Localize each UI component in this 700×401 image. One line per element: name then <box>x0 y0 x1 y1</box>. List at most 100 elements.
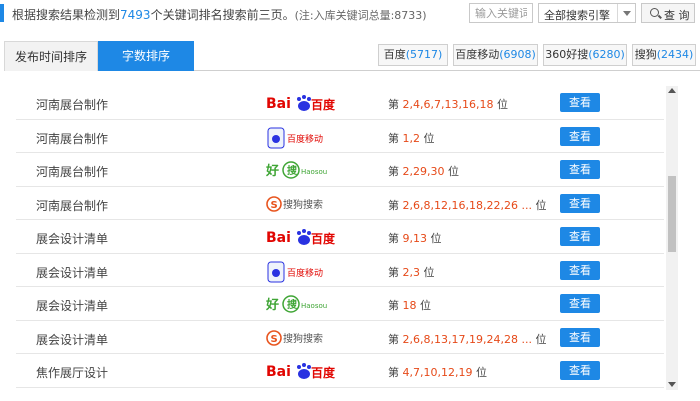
svg-text:好: 好 <box>266 297 279 313</box>
rank-values: 2,6,8,13,17,19,24,28 ... <box>402 332 532 346</box>
engine-filter-label: 360好搜 <box>545 48 589 61</box>
keyword-cell: 河南展台制作 <box>36 131 109 146</box>
table-row: 河南展台制作 好搜 Haosou 第 2,29,30 位 查看 <box>16 153 664 187</box>
engine-filter-sogou[interactable]: 搜狗(2434) <box>632 44 696 66</box>
rank-suffix: 位 <box>496 98 508 111</box>
view-button[interactable]: 查看 <box>560 193 600 213</box>
keyword-cell: 焦作展厅设计 <box>36 366 109 380</box>
view-button[interactable]: 查看 <box>560 126 600 146</box>
svg-text:搜狗搜索: 搜狗搜索 <box>283 332 323 345</box>
engine-filter-label: 搜狗 <box>634 48 657 61</box>
table-row: 展会设计清单 好搜 Haosou 第 18 位 查看 <box>16 287 664 321</box>
view-button[interactable]: 查看 <box>560 361 600 380</box>
engine-filter-label: 百度 <box>383 48 406 61</box>
rank-values: 2,29,30 <box>402 165 445 178</box>
haosou-logo-icon: 好搜 Haosou <box>265 294 336 314</box>
view-button[interactable]: 查看 <box>560 327 600 347</box>
tab-word-count-sort[interactable]: 字数排序 <box>98 41 194 71</box>
table-row: 焦作展厅设计 Bai 百度 第 4,7,10,12,19 位 查看 <box>16 354 664 388</box>
accent-bar <box>0 4 4 22</box>
svg-text:搜: 搜 <box>287 298 298 311</box>
table-row: 展会设计清单 Bai 百度 第 9,13 位 查看 <box>16 220 664 254</box>
svg-text:Haosou: Haosou <box>301 302 327 310</box>
engine-filter-label: 百度移动 <box>455 48 500 61</box>
tab-publish-time-sort[interactable]: 发布时间排序 <box>4 41 98 71</box>
rank-prefix: 第 <box>388 299 399 312</box>
baidu-logo-icon: Bai 百度 <box>266 227 336 247</box>
rank-values: 2,6,8,12,16,18,22,26 ... <box>402 198 532 212</box>
rank-positions: 第 1,2 位 <box>388 130 435 146</box>
view-button[interactable]: 查看 <box>560 294 600 313</box>
svg-text:Haosou: Haosou <box>301 168 327 176</box>
rank-suffix: 位 <box>535 332 547 346</box>
scroll-down-arrow-icon[interactable] <box>668 382 676 387</box>
engine-filter-baidu-mobile[interactable]: 百度移动(6908) <box>453 44 538 66</box>
rank-positions: 第 4,7,10,12,19 位 <box>388 364 487 380</box>
sogou-logo-icon: S 搜狗搜索 <box>266 328 336 348</box>
summary-text: 根据搜索结果检测到7493个关键词排名搜索前三页。(注:入库关键词总量:8733… <box>12 6 427 23</box>
summary-header: 根据搜索结果检测到7493个关键词排名搜索前三页。(注:入库关键词总量:8733… <box>0 0 700 28</box>
engine-filter-count: (6280) <box>588 48 625 61</box>
rank-suffix: 位 <box>423 265 435 279</box>
chevron-down-icon[interactable] <box>617 4 635 22</box>
view-button[interactable]: 查看 <box>560 260 600 280</box>
rank-prefix: 第 <box>388 98 399 111</box>
keyword-cell: 河南展台制作 <box>36 98 109 112</box>
engine-filter-baidu[interactable]: 百度(5717) <box>378 44 448 66</box>
svg-text:Bai: Bai <box>266 230 291 246</box>
rank-positions: 第 2,6,8,12,16,18,22,26 ... 位 <box>388 197 546 213</box>
engine-filter-count: (2434) <box>656 48 694 61</box>
rank-positions: 第 2,6,8,13,17,19,24,28 ... 位 <box>388 331 546 347</box>
svg-text:搜狗搜索: 搜狗搜索 <box>283 198 323 211</box>
keyword-search-input[interactable] <box>469 3 533 23</box>
keyword-cell: 展会设计清单 <box>36 232 109 246</box>
rank-values: 9,13 <box>402 232 428 245</box>
rank-values: 4,7,10,12,19 <box>402 366 473 379</box>
view-button[interactable]: 查看 <box>560 93 600 112</box>
rank-values: 18 <box>402 299 417 312</box>
rank-suffix: 位 <box>423 131 435 145</box>
ranking-result-list: 河南展台制作 Bai 百度第 2,4,6,7,13,16,18 位查看 河南展台制作百… <box>16 86 664 388</box>
rank-prefix: 第 <box>388 332 399 346</box>
summary-suffix: 个关键词排名搜索前三页。 <box>150 8 295 22</box>
scroll-up-arrow-icon[interactable] <box>668 88 676 93</box>
view-button[interactable]: 查看 <box>560 227 600 246</box>
table-row: 展会设计清单 S 搜狗搜索 第 2,6,8,13,17,19,24,28 ... 位查… <box>16 321 664 354</box>
baidu-logo-icon: Bai 百度 <box>266 361 336 381</box>
svg-text:百度: 百度 <box>311 231 336 246</box>
rank-suffix: 位 <box>448 165 459 178</box>
svg-text:百度: 百度 <box>311 97 336 112</box>
rank-positions: 第 18 位 <box>388 297 431 313</box>
sogou-logo-icon: S 搜狗搜索 <box>266 194 336 214</box>
rank-values: 2,3 <box>402 265 421 279</box>
search-button[interactable]: 查 询 <box>641 3 695 23</box>
rank-values: 2,4,6,7,13,16,18 <box>402 98 494 111</box>
rank-values: 1,2 <box>402 131 421 145</box>
svg-text:百度: 百度 <box>311 365 336 380</box>
engine-select-value: 全部搜索引擎 <box>544 9 610 22</box>
scrollbar-thumb[interactable] <box>668 176 676 252</box>
rank-positions: 第 2,3 位 <box>388 264 435 280</box>
search-button-label: 查 询 <box>664 9 690 22</box>
rank-prefix: 第 <box>388 366 399 379</box>
engine-filter-count: (5717) <box>405 48 443 61</box>
rank-prefix: 第 <box>388 232 399 245</box>
engine-filter-count: (6908) <box>499 48 536 61</box>
engine-filter-360[interactable]: 360好搜(6280) <box>543 44 627 66</box>
svg-text:搜: 搜 <box>287 164 298 177</box>
baidu-mobile-logo-icon: 百度移动 <box>266 261 336 282</box>
rank-suffix: 位 <box>475 366 487 379</box>
rank-prefix: 第 <box>388 198 399 212</box>
scrollbar[interactable] <box>666 86 678 390</box>
table-row: 展会设计清单 百度移动 第 2,3 位 查看 <box>16 254 664 287</box>
haosou-logo-icon: 好搜 Haosou <box>265 160 336 180</box>
table-row: 河南展台制作 Bai 百度 第 2,4,6,7,13,16,18 位 查看 <box>16 86 664 120</box>
svg-text:S: S <box>271 334 278 345</box>
svg-text:百度移动: 百度移动 <box>287 267 323 279</box>
engine-select[interactable]: 全部搜索引擎 <box>538 3 636 23</box>
view-button[interactable]: 查看 <box>560 160 600 179</box>
svg-text:好: 好 <box>266 163 279 179</box>
keyword-cell: 展会设计清单 <box>36 332 109 347</box>
table-row: 河南展台制作 S 搜狗搜索 第 2,6,8,12,16,18,22,26 ... 位查… <box>16 187 664 220</box>
rank-prefix: 第 <box>388 131 399 145</box>
